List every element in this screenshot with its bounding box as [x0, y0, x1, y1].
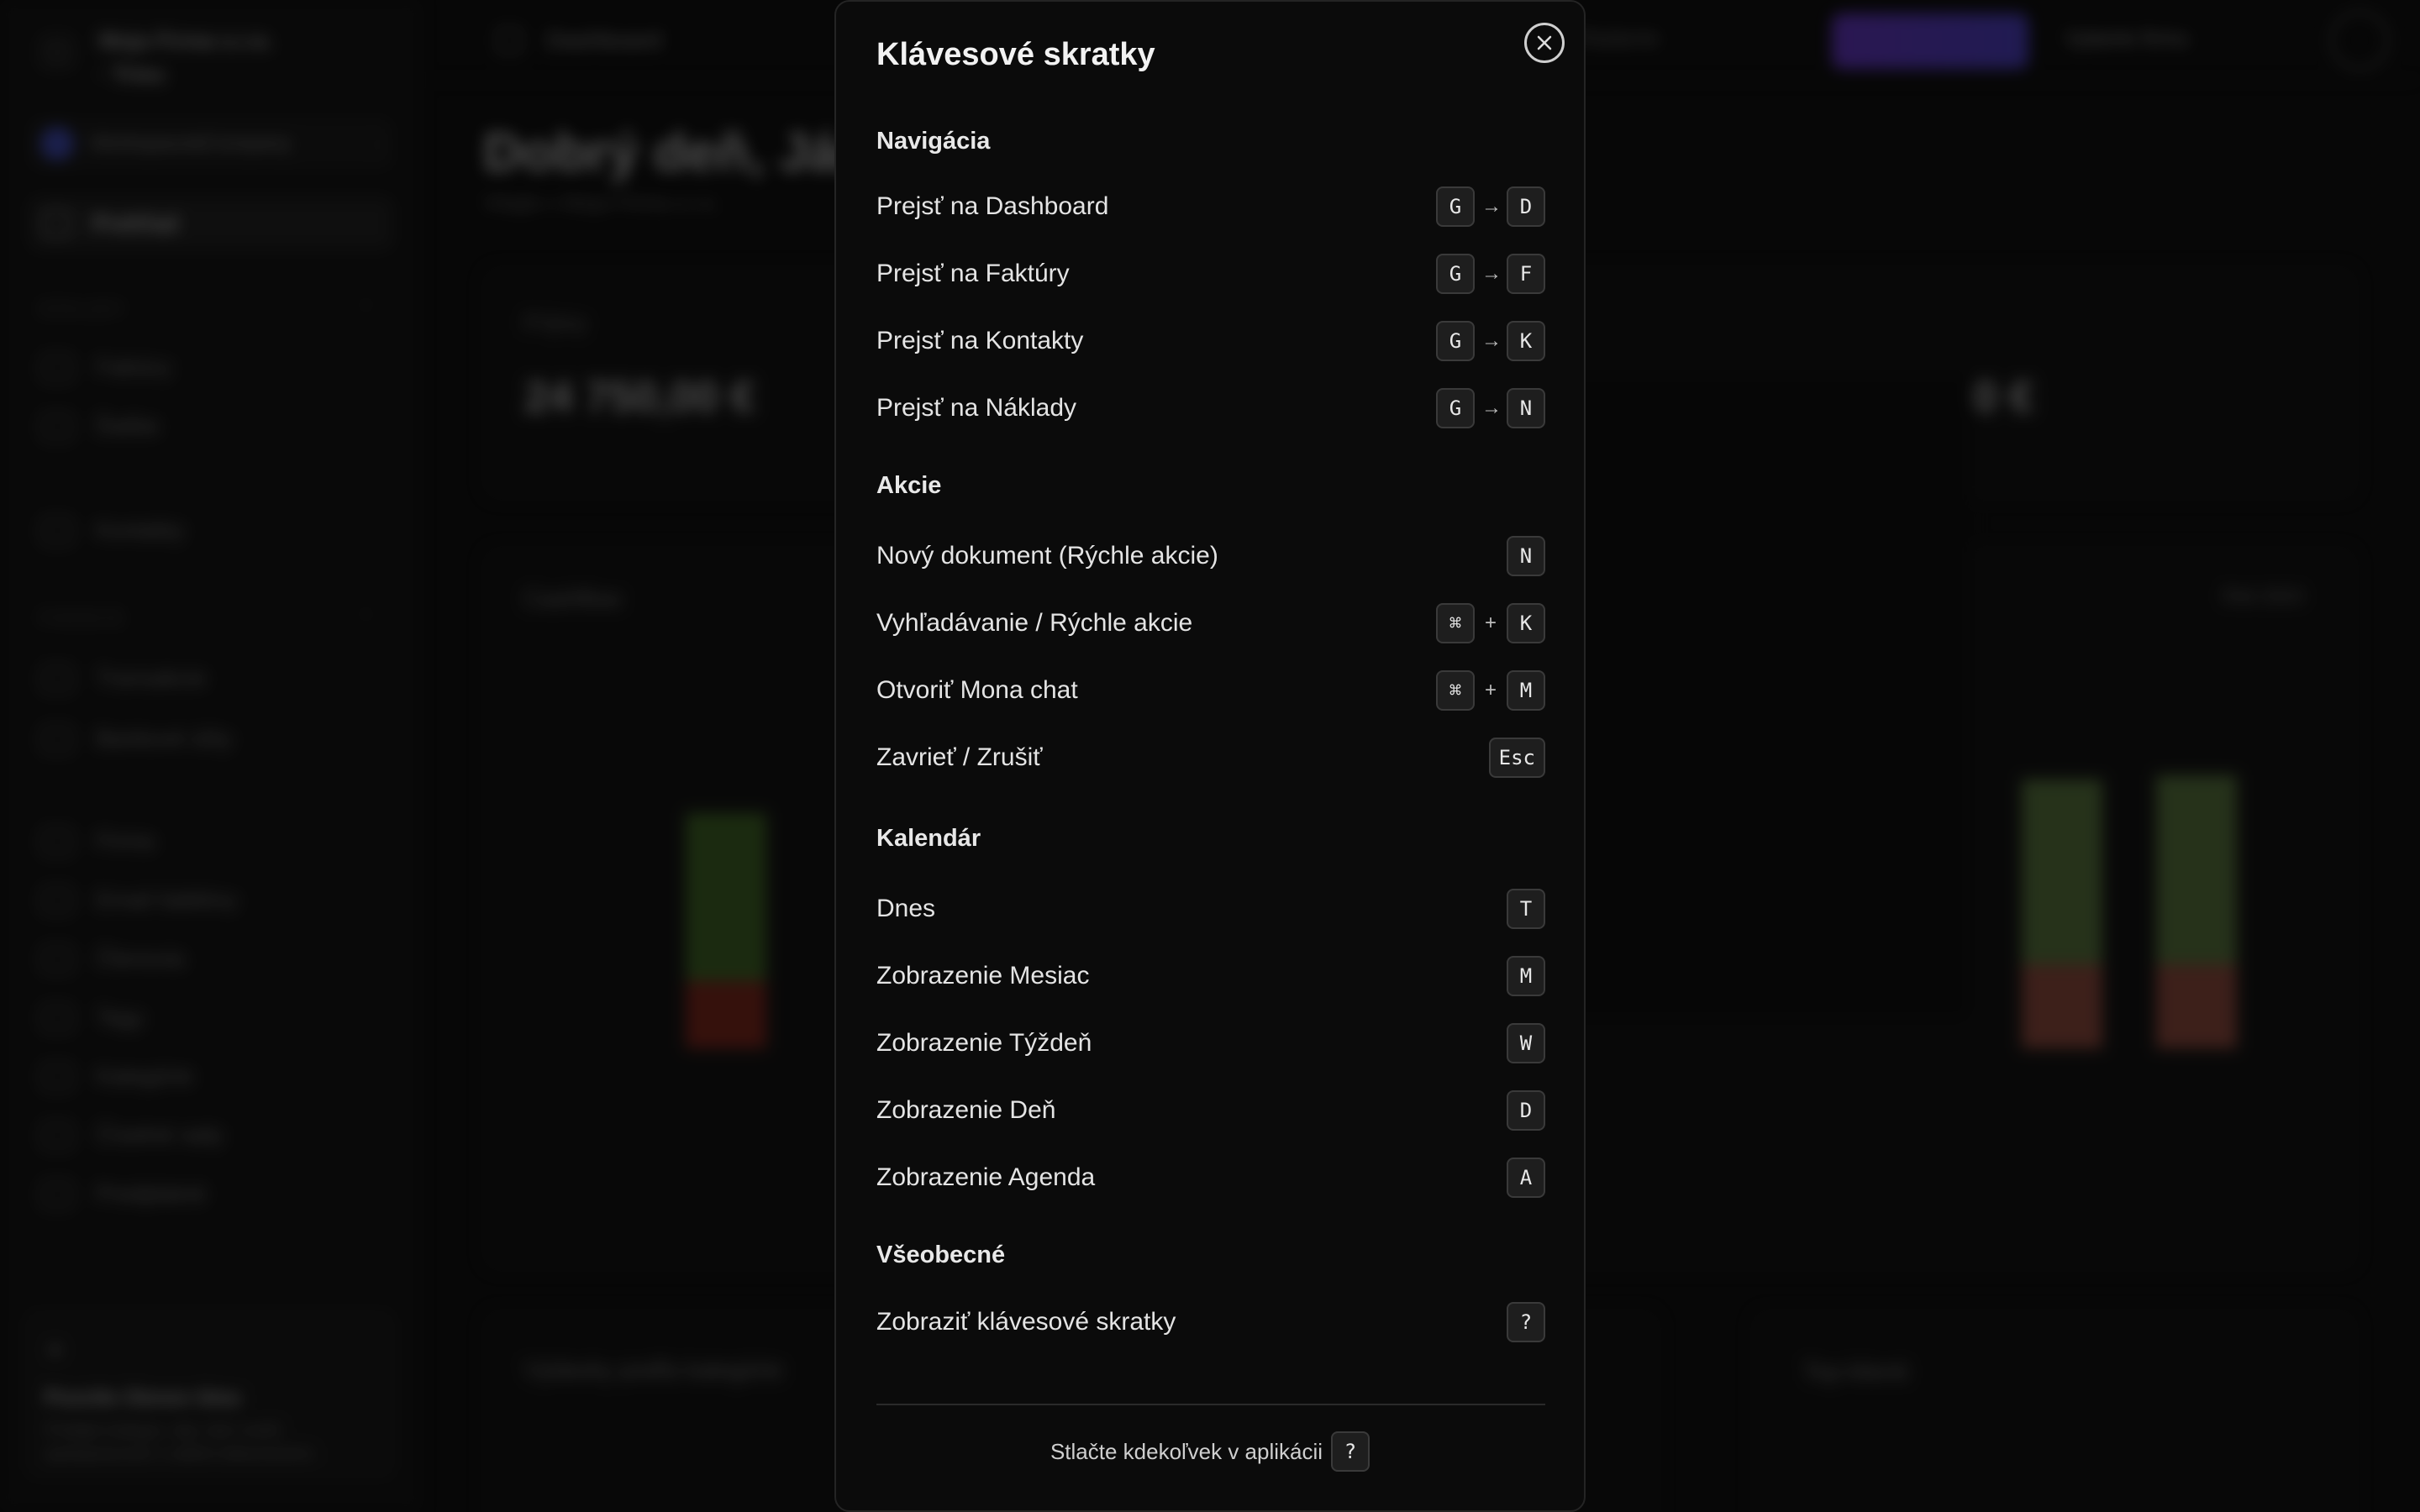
shortcut-keys: G → F: [1436, 254, 1545, 294]
shortcut-row: Zobrazenie Mesiac M: [876, 956, 1545, 996]
shortcut-label: Prejsť na Faktúry: [876, 260, 1070, 287]
shortcut-keys: G → D: [1436, 186, 1545, 227]
shortcut-row: Otvoriť Mona chat ⌘ + M: [876, 670, 1545, 711]
shortcut-row: Vyhľadávanie / Rýchle akcie ⌘ + K: [876, 603, 1545, 643]
shortcut-row: Zobrazenie Týždeň W: [876, 1023, 1545, 1063]
shortcut-keys: M: [1507, 956, 1545, 996]
shortcut-keys: N: [1507, 536, 1545, 576]
shortcut-label: Zobrazenie Agenda: [876, 1163, 1096, 1191]
keycap: ?: [1507, 1302, 1545, 1342]
shortcut-row: Dnes T: [876, 889, 1545, 929]
keycap: K: [1507, 603, 1545, 643]
shortcut-keys: G → K: [1436, 321, 1545, 361]
arrow-right-icon: →: [1481, 396, 1502, 419]
shortcut-row: Prejsť na Náklady G → N: [876, 388, 1545, 428]
shortcut-row: Zobrazenie Agenda A: [876, 1158, 1545, 1198]
shortcut-label: Zobraziť klávesové skratky: [876, 1308, 1176, 1336]
shortcut-label: Prejsť na Náklady: [876, 394, 1077, 422]
dialog-footer: Stlačte kdekoľvek v aplikácii ?: [836, 1431, 1584, 1472]
section-heading: Navigácia: [876, 128, 991, 155]
shortcut-keys: A: [1507, 1158, 1545, 1198]
section-heading: Kalendár: [876, 825, 981, 852]
shortcut-label: Zobrazenie Mesiac: [876, 962, 1090, 990]
shortcut-row: Zavrieť / Zrušiť Esc: [876, 738, 1545, 778]
shortcut-label: Prejsť na Dashboard: [876, 192, 1109, 220]
keycap: G: [1436, 186, 1475, 227]
keycap: G: [1436, 321, 1475, 361]
keycap: Esc: [1488, 738, 1545, 778]
dialog-title: Klávesové skratky: [876, 37, 1155, 72]
keyboard-shortcuts-dialog: Klávesové skratky Navigácia Prejsť na Das…: [834, 0, 1586, 1512]
keycap: F: [1507, 254, 1545, 294]
arrow-right-icon: →: [1481, 262, 1502, 285]
close-icon: [1537, 35, 1552, 50]
shortcut-label: Dnes: [876, 895, 936, 922]
shortcut-keys: Esc: [1488, 738, 1545, 778]
shortcut-label: Vyhľadávanie / Rýchle akcie: [876, 609, 1193, 637]
shortcut-row: Nový dokument (Rýchle akcie) N: [876, 536, 1545, 576]
arrow-right-icon: →: [1481, 195, 1502, 218]
shortcut-label: Otvoriť Mona chat: [876, 676, 1078, 704]
keycap: G: [1436, 388, 1475, 428]
shortcut-keys: ⌘ + M: [1436, 670, 1545, 711]
plus-icon: +: [1484, 612, 1497, 634]
divider: [876, 1404, 1545, 1405]
keycap: K: [1507, 321, 1545, 361]
shortcut-row: Prejsť na Faktúry G → F: [876, 254, 1545, 294]
shortcut-row: Prejsť na Dashboard G → D: [876, 186, 1545, 227]
shortcut-keys: G → N: [1436, 388, 1545, 428]
shortcut-keys: D: [1507, 1090, 1545, 1131]
section-heading: Akcie: [876, 472, 942, 499]
shortcut-label: Prejsť na Kontakty: [876, 327, 1084, 354]
keycap: N: [1507, 536, 1545, 576]
keycap: N: [1507, 388, 1545, 428]
shortcut-row: Zobrazenie Deň D: [876, 1090, 1545, 1131]
shortcut-label: Zobrazenie Deň: [876, 1096, 1056, 1124]
shortcut-label: Nový dokument (Rýchle akcie): [876, 542, 1218, 570]
arrow-right-icon: →: [1481, 329, 1502, 352]
keycap: A: [1507, 1158, 1545, 1198]
keycap: W: [1507, 1023, 1545, 1063]
keycap: ⌘: [1436, 670, 1475, 711]
shortcut-keys: ⌘ + K: [1436, 603, 1545, 643]
footer-text: Stlačte kdekoľvek v aplikácii: [1050, 1438, 1323, 1464]
shortcut-label: Zavrieť / Zrušiť: [876, 743, 1043, 771]
shortcut-keys: T: [1507, 889, 1545, 929]
close-button[interactable]: [1524, 23, 1565, 63]
shortcut-row: Zobraziť klávesové skratky?: [876, 1302, 1545, 1342]
section-heading: Všeobecné: [876, 1242, 1006, 1268]
keycap: G: [1436, 254, 1475, 294]
key-question-mark: ?: [1331, 1431, 1370, 1472]
shortcut-keys: ?: [1507, 1302, 1545, 1342]
keycap: M: [1507, 956, 1545, 996]
shortcut-row: Prejsť na Kontakty G → K: [876, 321, 1545, 361]
shortcut-keys: W: [1507, 1023, 1545, 1063]
keycap: ⌘: [1436, 603, 1475, 643]
keycap: T: [1507, 889, 1545, 929]
keycap: M: [1507, 670, 1545, 711]
shortcut-label: Zobrazenie Týždeň: [876, 1029, 1092, 1057]
keycap: D: [1507, 1090, 1545, 1131]
plus-icon: +: [1484, 679, 1497, 701]
keycap: D: [1507, 186, 1545, 227]
